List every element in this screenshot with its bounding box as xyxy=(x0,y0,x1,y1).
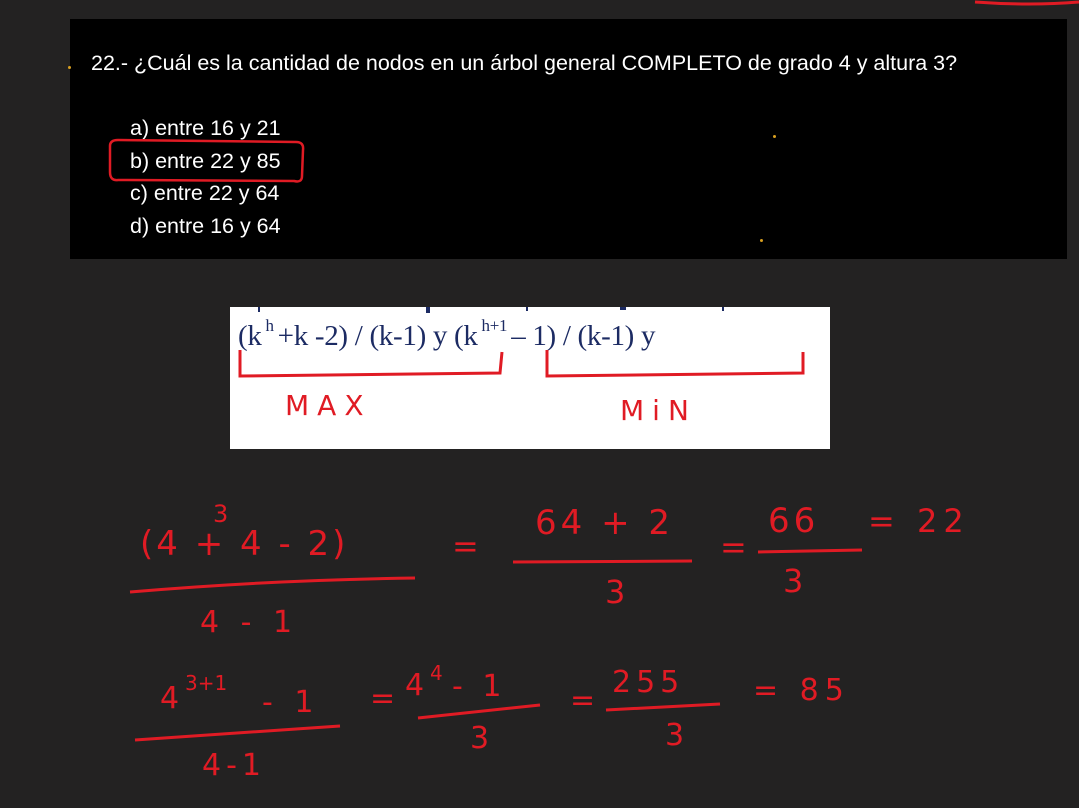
line2-fraction-bar-3 xyxy=(605,702,721,712)
line1-numerator-2: 64 + 2 xyxy=(535,503,674,543)
question-slide: 22.- ¿Cuál es la cantidad de nodos en un… xyxy=(68,19,1067,259)
line2-fraction-bar-2 xyxy=(417,703,541,720)
option-b[interactable]: b) entre 22 y 85 xyxy=(130,145,281,178)
formula-conj-1: y xyxy=(432,319,448,352)
option-a[interactable]: a) entre 16 y 21 xyxy=(130,112,281,145)
line1-denominator-2: 3 xyxy=(605,573,625,611)
line1-denominator: 4 - 1 xyxy=(200,605,298,640)
formula-conj-2: y xyxy=(640,319,656,352)
line1-fraction-bar-3 xyxy=(757,548,863,554)
line1-equals-1: = xyxy=(452,527,479,565)
line2-result: = 85 xyxy=(753,673,850,708)
stray-dot xyxy=(773,135,776,138)
line1-fraction-bar xyxy=(129,576,416,594)
line1-numerator-3: 66 xyxy=(768,501,819,541)
bullet-marker xyxy=(68,66,71,69)
formula-max: (k h +k -2) / (k-1) xyxy=(238,316,426,352)
formula-min: (k h+1 – 1) / (k-1) xyxy=(454,316,635,352)
line2-fraction-bar xyxy=(134,724,341,742)
question-text: 22.- ¿Cuál es la cantidad de nodos en un… xyxy=(91,51,958,75)
line1-exponent: 3 xyxy=(213,500,228,528)
cropped-text-top xyxy=(258,307,724,313)
line1-denominator-3: 3 xyxy=(783,562,803,600)
line2-numerator-2-base: 4 xyxy=(405,668,424,703)
option-c[interactable]: c) entre 22 y 64 xyxy=(130,177,281,210)
line2-numerator-exponent: 3+1 xyxy=(185,671,227,695)
line2-numerator-base: 4 xyxy=(160,681,179,716)
red-stroke-top-right xyxy=(974,0,1079,6)
line2-numerator-tail: - 1 xyxy=(262,685,319,720)
option-d[interactable]: d) entre 16 y 64 xyxy=(130,210,281,243)
line2-denominator: 4-1 xyxy=(202,748,266,783)
line2-numerator-2-tail: - 1 xyxy=(452,669,506,704)
line1-result: = 22 xyxy=(868,502,970,540)
line1-fraction-bar-2 xyxy=(512,559,693,564)
stray-dot xyxy=(760,239,763,242)
line1-equals-2: = xyxy=(720,528,747,566)
formula-image: (k h +k -2) / (k-1) y (k h+1 – 1) / (k-1… xyxy=(230,307,830,449)
line2-equals-1: = xyxy=(370,681,395,716)
line2-denominator-3: 3 xyxy=(665,718,684,753)
line2-equals-2: = xyxy=(570,683,595,718)
line2-numerator-3: 255 xyxy=(612,665,684,700)
line2-numerator-2-exponent: 4 xyxy=(430,661,443,685)
line1-numerator: (4 + 4 - 2) xyxy=(140,524,348,564)
formula-expression: (k h +k -2) / (k-1) y (k h+1 – 1) / (k-1… xyxy=(238,316,656,353)
line2-denominator-2: 3 xyxy=(470,721,489,756)
options-list: a) entre 16 y 21 b) entre 22 y 85 c) ent… xyxy=(130,112,281,242)
